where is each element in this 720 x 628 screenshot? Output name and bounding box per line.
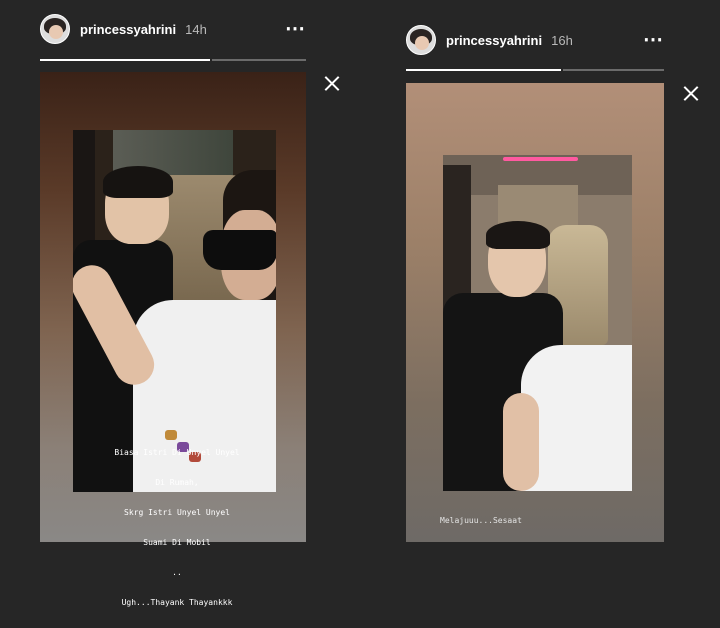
username[interactable]: princessyahrini [446,33,542,48]
username[interactable]: princessyahrini [80,22,176,37]
story-media[interactable] [406,83,664,542]
man-hair [486,221,550,249]
caption-line: Ugh...Thayank Thayankkk [121,598,233,607]
timestamp: 16h [551,32,573,48]
man-hair [103,166,173,198]
caption-line: Suami Di Mobil [143,538,211,547]
more-options-icon[interactable]: ⋯ [285,19,306,39]
caption-line: Skrg Istri Unyel Unyel [124,508,230,517]
close-icon[interactable] [324,75,340,91]
avatar[interactable] [40,14,70,44]
close-icon[interactable] [683,85,699,101]
story-header: princessyahrini 14h ⋯ [40,13,306,45]
woman-arm [503,393,539,491]
avatar-face [49,25,63,39]
progress-segment-pending [562,69,664,71]
progress-segment-complete [40,59,211,61]
avatar-face [415,36,429,50]
story-panel-1: princessyahrini 14h ⋯ Biasa Istri Di Uny… [0,0,360,607]
story-progress-bar [406,69,664,71]
story-caption: Biasa Istri Di Unyel Unyel Di Rumah, Skr… [67,428,287,628]
story-photo [443,155,632,491]
caption-line: Melajuuu...Sesaat [440,516,522,525]
progress-segment-complete [406,69,561,71]
caption-line: Biasa Istri Di Unyel Unyel [114,448,240,457]
caption-line: .. [172,568,182,577]
story-header: princessyahrini 16h ⋯ [406,24,664,56]
sunglasses [203,230,276,270]
story-progress-bar [40,59,306,61]
timestamp: 14h [185,21,207,37]
story-caption: Melajuuu...Sesaat [440,496,560,536]
ambient-light [503,157,578,161]
caption-line: Di Rumah, [155,478,199,487]
more-options-icon[interactable]: ⋯ [643,30,664,50]
progress-segment-pending [212,59,306,61]
avatar[interactable] [406,25,436,55]
